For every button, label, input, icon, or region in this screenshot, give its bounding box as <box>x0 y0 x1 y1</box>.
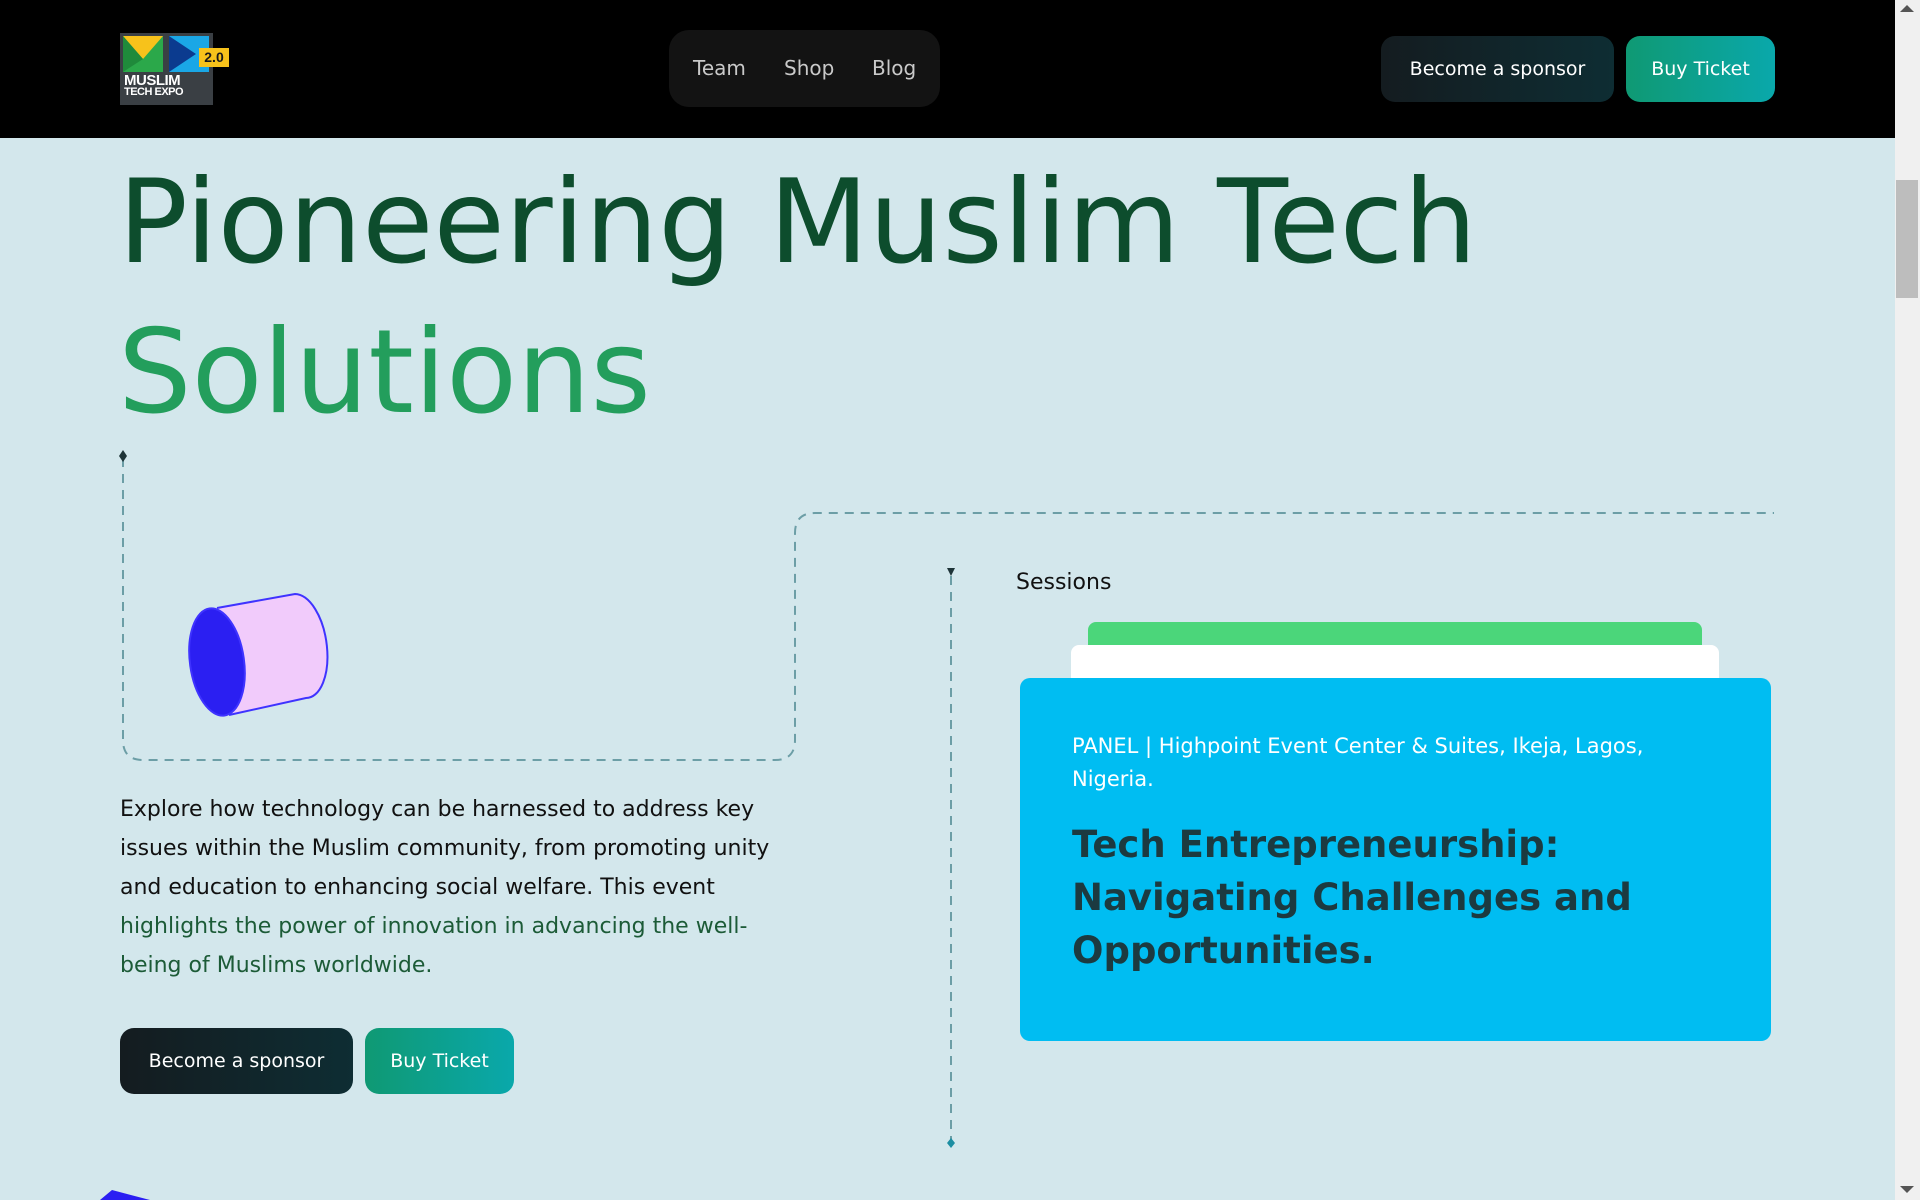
hero-become-sponsor-button[interactable]: Become a sponsor <box>120 1028 353 1094</box>
session-card[interactable]: PANEL | Highpoint Event Center & Suites,… <box>1020 678 1771 1041</box>
sessions-label: Sessions <box>1016 570 1112 595</box>
hero-intro-paragraph: Explore how technology can be harnessed … <box>120 790 800 985</box>
scroll-up-arrow-icon[interactable] <box>1900 5 1914 12</box>
scrollbar-thumb[interactable] <box>1896 180 1918 298</box>
blue-shape-decoration <box>100 1190 150 1200</box>
intro-text-part2: highlights the power of innovation in ad… <box>120 914 748 978</box>
session-card-title: Tech Entrepreneurship: Navigating Challe… <box>1072 823 1632 972</box>
cylinder-illustration <box>188 592 329 717</box>
scroll-down-arrow-icon[interactable] <box>1900 1186 1914 1193</box>
session-card-meta: PANEL | Highpoint Event Center & Suites,… <box>1072 734 1644 791</box>
hero-buy-ticket-button[interactable]: Buy Ticket <box>365 1028 514 1094</box>
intro-text-part1: Explore how technology can be harnessed … <box>120 797 770 900</box>
